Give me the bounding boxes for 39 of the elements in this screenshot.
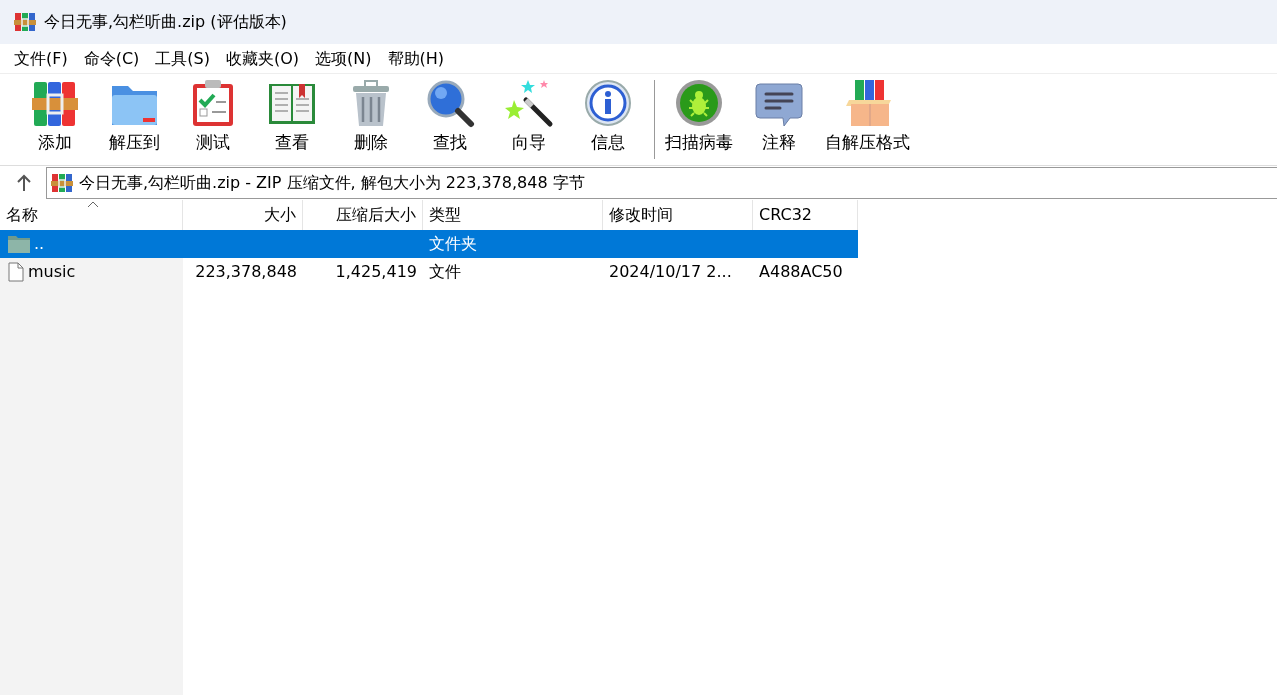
toolbar-button[interactable]: 信息	[571, 74, 645, 165]
magic-wand-icon	[504, 78, 554, 128]
window-title: 今日无事,勾栏听曲.zip (评估版本)	[44, 11, 287, 33]
toolbar-button[interactable]: 扫描病毒	[661, 74, 737, 165]
folder-icon	[8, 235, 30, 253]
info-icon	[583, 78, 633, 128]
table-cell-text: 文件	[429, 261, 461, 283]
table-cell-text: A488AC50	[759, 261, 843, 283]
up-arrow-icon[interactable]	[16, 174, 32, 192]
toolbar-button[interactable]: 自解压格式	[821, 74, 914, 165]
toolbar-button[interactable]: 注释	[742, 74, 816, 165]
toolbar-button[interactable]: 查看	[255, 74, 329, 165]
table-cell-text: 223,378,848	[195, 261, 297, 283]
table-cell-text: 2024/10/17 2...	[609, 261, 732, 283]
archive-books-icon	[14, 12, 36, 32]
search-icon	[425, 78, 475, 128]
menu-item[interactable]: 收藏夹(O)	[218, 46, 308, 71]
toolbar-button[interactable]: 解压到	[97, 74, 171, 165]
menu-item[interactable]: 选项(N)	[307, 46, 380, 71]
menu-item[interactable]: 文件(F)	[6, 46, 76, 71]
file-row[interactable]: .. 文件夹	[0, 230, 858, 258]
address-field[interactable]: 今日无事,勾栏听曲.zip - ZIP 压缩文件, 解包大小为 223,378,848 字节	[46, 167, 1277, 199]
toolbar-button[interactable]: 测试	[176, 74, 250, 165]
table-cell-text: 1,425,419	[335, 261, 417, 283]
toolbar-button[interactable]: 添加	[18, 74, 92, 165]
file-icon	[8, 262, 24, 282]
archive-books-icon	[51, 173, 73, 193]
menu-item[interactable]: 命令(C)	[75, 46, 148, 71]
menu-item[interactable]: 工具(S)	[147, 46, 218, 71]
sort-caret-icon	[87, 201, 99, 208]
toolbar-button[interactable]: 向导	[492, 74, 566, 165]
file-name: ..	[34, 233, 45, 255]
table-cell-text: 文件夹	[429, 233, 477, 255]
toolbar-button[interactable]: 删除	[334, 74, 408, 165]
toolbar-button[interactable]: 查找	[413, 74, 487, 165]
bug-icon	[674, 78, 724, 128]
menu-item[interactable]: 帮助(H)	[379, 46, 453, 71]
file-name: music	[28, 261, 76, 283]
file-row[interactable]: music 223,378,848 1,425,419 文件 2024/10/17 2... A488AC50	[0, 258, 858, 286]
